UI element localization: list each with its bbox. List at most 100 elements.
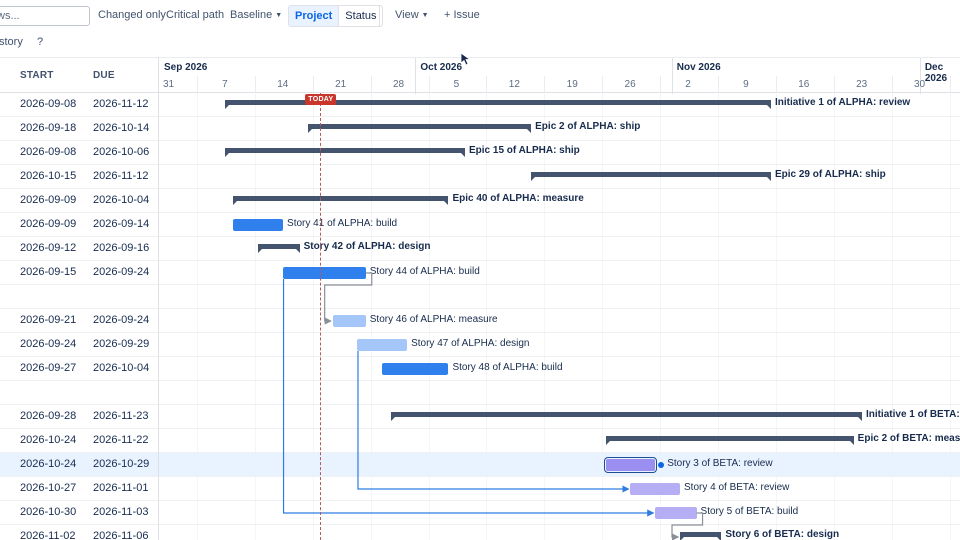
due-column-header[interactable]: DUE bbox=[93, 70, 115, 81]
status-view-button[interactable]: Status bbox=[339, 6, 382, 26]
today-badge: TODAY bbox=[305, 94, 337, 105]
week-label: 16 bbox=[798, 79, 810, 90]
table-row[interactable] bbox=[0, 381, 960, 405]
bar-label: Story 44 of ALPHA: build bbox=[369, 266, 480, 277]
task-bar[interactable] bbox=[332, 315, 366, 327]
help-button[interactable]: ? bbox=[37, 36, 43, 48]
search-input[interactable]: ws... bbox=[0, 6, 90, 26]
due-date-cell[interactable]: 2026-09-16 bbox=[93, 242, 149, 254]
summary-bar[interactable] bbox=[605, 436, 854, 445]
start-date-cell[interactable]: 2026-09-09 bbox=[20, 218, 76, 230]
task-bar[interactable] bbox=[603, 457, 658, 473]
due-date-cell[interactable]: 2026-10-14 bbox=[93, 122, 149, 134]
table-row[interactable]: 2026-09-09 2026-09-14 Story 41 of ALPHA: b… bbox=[0, 213, 960, 237]
start-date-cell[interactable]: 2026-09-27 bbox=[20, 362, 76, 374]
task-bar[interactable] bbox=[382, 363, 449, 375]
start-date-cell[interactable]: 2026-09-08 bbox=[20, 146, 76, 158]
due-date-cell[interactable]: 2026-11-03 bbox=[93, 506, 148, 518]
due-date-cell[interactable]: 2026-11-12 bbox=[93, 170, 148, 182]
table-row[interactable]: 2026-09-08 2026-10-06 Epic 15 of ALPHA: sh… bbox=[0, 141, 960, 165]
table-row[interactable] bbox=[0, 285, 960, 309]
summary-bar[interactable] bbox=[680, 532, 722, 540]
start-date-cell[interactable]: 2026-09-09 bbox=[20, 194, 76, 206]
start-date-cell[interactable]: 2026-11-02 bbox=[20, 530, 75, 540]
start-date-cell[interactable]: 2026-10-30 bbox=[20, 506, 76, 518]
month-label: Nov 2026 bbox=[676, 62, 721, 73]
due-date-cell[interactable]: 2026-11-01 bbox=[93, 482, 148, 494]
start-column-header[interactable]: START bbox=[20, 70, 54, 81]
toolbar-divider bbox=[379, 5, 380, 27]
due-date-cell[interactable]: 2026-10-06 bbox=[93, 146, 149, 158]
table-row[interactable]: 2026-10-15 2026-11-12 Epic 29 of ALPHA: sh… bbox=[0, 165, 960, 189]
summary-bar[interactable] bbox=[225, 148, 465, 157]
start-date-cell[interactable]: 2026-09-15 bbox=[20, 266, 76, 278]
task-bar[interactable] bbox=[357, 339, 408, 351]
project-view-button[interactable]: Project bbox=[289, 6, 340, 26]
baseline-dropdown[interactable]: Baseline ▼ bbox=[226, 6, 286, 26]
start-date-cell[interactable]: 2026-10-27 bbox=[20, 482, 76, 494]
week-label: 28 bbox=[392, 79, 405, 90]
start-date-cell[interactable]: 2026-10-15 bbox=[20, 170, 76, 182]
summary-bar[interactable] bbox=[258, 244, 300, 253]
table-row[interactable]: 2026-09-18 2026-10-14 Epic 2 of ALPHA: shi… bbox=[0, 117, 960, 141]
table-row[interactable]: 2026-09-21 2026-09-24 Story 46 of ALPHA: m… bbox=[0, 309, 960, 333]
due-date-cell[interactable]: 2026-10-04 bbox=[93, 362, 149, 374]
week-separator bbox=[718, 76, 719, 94]
due-date-cell[interactable]: 2026-11-23 bbox=[93, 410, 148, 422]
due-date-cell[interactable]: 2026-11-06 bbox=[93, 530, 148, 540]
history-link[interactable]: story bbox=[0, 36, 23, 48]
table-row[interactable]: 2026-10-24 2026-11-22 Epic 2 of BETA: meas… bbox=[0, 429, 960, 453]
table-row[interactable]: 2026-09-12 2026-09-16 Story 42 of ALPHA: d… bbox=[0, 237, 960, 261]
start-date-cell[interactable]: 2026-10-24 bbox=[20, 458, 76, 470]
due-date-cell[interactable]: 2026-10-04 bbox=[93, 194, 149, 206]
link-handle-icon[interactable] bbox=[658, 462, 665, 468]
week-label: 23 bbox=[856, 79, 868, 90]
summary-bar[interactable] bbox=[390, 412, 862, 421]
due-date-cell[interactable]: 2026-09-29 bbox=[93, 338, 149, 350]
table-row[interactable]: 2026-10-27 2026-11-01 Story 4 of BETA: rev… bbox=[0, 477, 960, 501]
table-row[interactable]: 2026-09-28 2026-11-23 Initiative 1 of BETA… bbox=[0, 405, 960, 429]
week-separator bbox=[602, 76, 604, 94]
grid-divider[interactable] bbox=[158, 57, 159, 540]
task-bar[interactable] bbox=[655, 507, 697, 519]
due-date-cell[interactable]: 2026-09-24 bbox=[93, 314, 149, 326]
view-menu-dropdown[interactable]: View ▼ bbox=[391, 6, 433, 26]
table-row[interactable]: 2026-10-30 2026-11-03 Story 5 of BETA: bui… bbox=[0, 501, 960, 525]
table-row[interactable]: 2026-09-15 2026-09-24 Story 44 of ALPHA: b… bbox=[0, 261, 960, 285]
task-bar[interactable] bbox=[630, 483, 680, 495]
gantt-body: 2026-09-08 2026-11-12 Initiative 1 of ALPH… bbox=[0, 93, 960, 540]
week-separator bbox=[370, 76, 372, 94]
due-date-cell[interactable]: 2026-11-22 bbox=[93, 434, 148, 446]
week-separator bbox=[254, 76, 256, 94]
start-date-cell[interactable]: 2026-09-21 bbox=[20, 314, 76, 326]
task-bar[interactable] bbox=[283, 267, 366, 279]
task-bar[interactable] bbox=[233, 219, 284, 231]
add-issue-button[interactable]: + Issue bbox=[440, 6, 484, 26]
start-date-cell[interactable]: 2026-09-12 bbox=[20, 242, 76, 254]
toolbar: ws... Changed only Critical path Baselin… bbox=[0, 0, 960, 31]
start-date-cell[interactable]: 2026-09-18 bbox=[20, 122, 76, 134]
summary-bar[interactable] bbox=[307, 124, 532, 133]
summary-bar[interactable] bbox=[531, 172, 771, 181]
bar-label: Story 47 of ALPHA: design bbox=[411, 338, 530, 349]
changed-only-toggle[interactable]: Changed only bbox=[94, 6, 170, 26]
bar-label: Story 48 of ALPHA: build bbox=[452, 362, 563, 373]
table-row[interactable]: 2026-09-27 2026-10-04 Story 48 of ALPHA: b… bbox=[0, 357, 960, 381]
summary-bar[interactable] bbox=[233, 196, 449, 205]
table-row[interactable]: 2026-11-02 2026-11-06 Story 6 of BETA: des… bbox=[0, 525, 960, 540]
start-date-cell[interactable]: 2026-10-24 bbox=[20, 434, 76, 446]
table-row[interactable]: 2026-10-24 2026-10-29 Story 3 of BETA: rev… bbox=[0, 453, 960, 477]
start-date-cell[interactable]: 2026-09-08 bbox=[20, 98, 76, 110]
due-date-cell[interactable]: 2026-10-29 bbox=[93, 458, 149, 470]
table-row[interactable]: 2026-09-09 2026-10-04 Epic 40 of ALPHA: me… bbox=[0, 189, 960, 213]
start-date-cell[interactable]: 2026-09-24 bbox=[20, 338, 76, 350]
table-row[interactable]: 2026-09-24 2026-09-29 Story 47 of ALPHA: d… bbox=[0, 333, 960, 357]
due-date-cell[interactable]: 2026-11-12 bbox=[93, 98, 148, 110]
bar-label: Story 4 of BETA: review bbox=[684, 482, 790, 493]
due-date-cell[interactable]: 2026-09-24 bbox=[93, 266, 149, 278]
month-label: Dec 2026 bbox=[924, 62, 948, 84]
start-date-cell[interactable]: 2026-09-28 bbox=[20, 410, 76, 422]
due-date-cell[interactable]: 2026-09-14 bbox=[93, 218, 149, 230]
critical-path-toggle[interactable]: Critical path bbox=[162, 6, 228, 26]
table-row[interactable]: 2026-09-08 2026-11-12 Initiative 1 of ALPH… bbox=[0, 93, 960, 117]
